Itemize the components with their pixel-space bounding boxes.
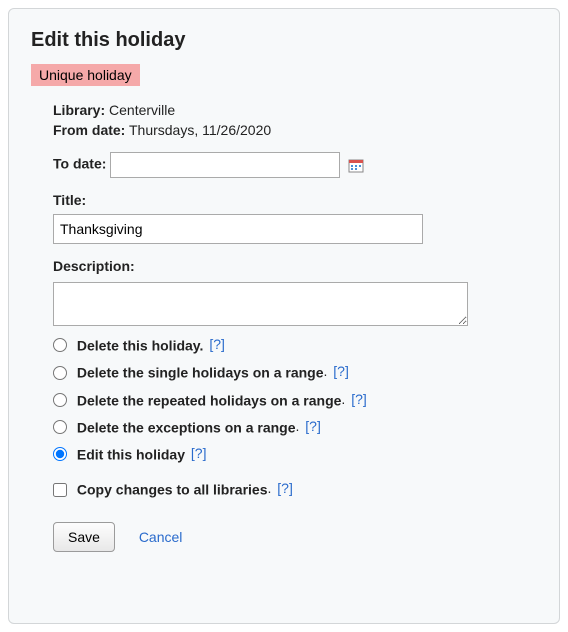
- copy-all-checkbox[interactable]: [53, 483, 67, 497]
- help-link-copy[interactable]: [?]: [277, 480, 293, 496]
- help-link-delete-repeated[interactable]: [?]: [351, 391, 367, 407]
- title-label: Title:: [53, 192, 86, 208]
- save-button[interactable]: Save: [53, 522, 115, 552]
- delete-exceptions-radio[interactable]: [53, 420, 67, 434]
- to-date-input[interactable]: [110, 152, 340, 178]
- delete-singles-radio[interactable]: [53, 366, 67, 380]
- description-textarea[interactable]: [53, 282, 468, 326]
- form-buttons: Save Cancel: [53, 522, 537, 552]
- to-date-label: To date:: [53, 156, 106, 172]
- library-row: Library: Centerville: [53, 102, 537, 118]
- delete-holiday-radio[interactable]: [53, 338, 67, 352]
- form-fields: Library: Centerville From date: Thursday…: [31, 102, 537, 552]
- title-row: Title:: [53, 192, 537, 244]
- help-link-delete-holiday[interactable]: [?]: [209, 336, 225, 352]
- action-options: Delete this holiday. [?] Delete the sing…: [53, 336, 537, 498]
- library-label: Library:: [53, 102, 105, 118]
- to-date-row: To date:: [53, 152, 537, 178]
- delete-exceptions-label: Delete the exceptions on a range: [77, 419, 296, 435]
- from-date-label: From date:: [53, 122, 125, 138]
- description-row: Description:: [53, 258, 537, 326]
- description-label: Description:: [53, 258, 135, 274]
- delete-repeated-radio[interactable]: [53, 393, 67, 407]
- edit-holiday-label: Edit this holiday: [77, 446, 185, 462]
- library-value: Centerville: [109, 102, 175, 118]
- holiday-type-badge: Unique holiday: [31, 64, 140, 86]
- help-link-delete-singles[interactable]: [?]: [333, 363, 349, 379]
- delete-singles-label: Delete the single holidays on a range: [77, 365, 324, 381]
- page-title: Edit this holiday: [31, 29, 537, 52]
- copy-all-label: Copy changes to all libraries: [77, 482, 268, 498]
- from-date-row: From date: Thursdays, 11/26/2020: [53, 122, 537, 138]
- from-date-value: Thursdays, 11/26/2020: [129, 122, 271, 138]
- cancel-link[interactable]: Cancel: [139, 529, 183, 545]
- help-link-edit[interactable]: [?]: [191, 445, 207, 461]
- edit-holiday-radio[interactable]: [53, 447, 67, 461]
- calendar-icon[interactable]: [348, 157, 364, 173]
- delete-holiday-label: Delete this holiday.: [77, 337, 204, 353]
- title-input[interactable]: [53, 214, 423, 244]
- delete-repeated-label: Delete the repeated holidays on a range: [77, 392, 342, 408]
- help-link-delete-exceptions[interactable]: [?]: [305, 418, 321, 434]
- edit-holiday-panel: Edit this holiday Unique holiday Library…: [8, 8, 560, 624]
